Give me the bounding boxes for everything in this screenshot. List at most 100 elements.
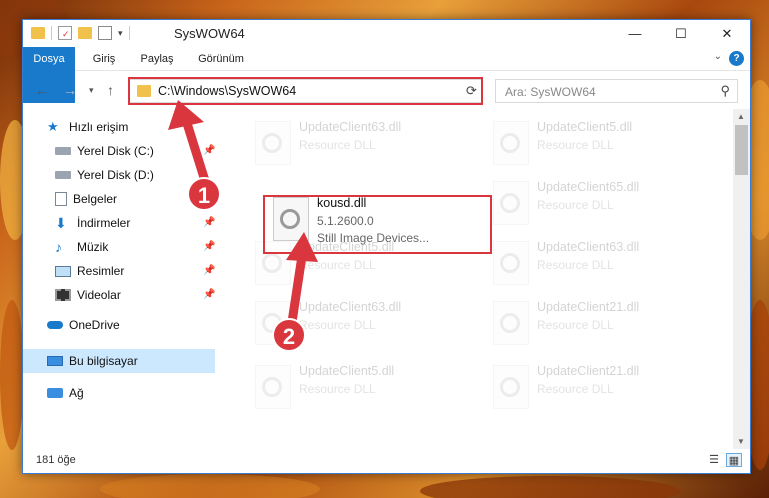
file-name: UpdateClient5.dll (299, 364, 395, 378)
navigation-pane: ★ Hızlı erişim Yerel Disk (C:) 📌 Yerel D… (23, 109, 223, 449)
sidebar-item-label: Müzik (77, 240, 109, 254)
file-name: UpdateClient63.dll (537, 240, 640, 254)
file-description: Resource DLL (299, 258, 376, 272)
file-name: UpdateClient65.dll (537, 180, 640, 194)
ribbon: Dosya Giriş Paylaş Görünüm ⌄ ? (23, 47, 750, 103)
chevron-down-icon[interactable]: ▾ (118, 28, 123, 39)
scroll-up-icon[interactable]: ▲ (737, 112, 745, 121)
help-icon[interactable]: ? (729, 51, 744, 66)
tab-home[interactable]: Giriş (83, 47, 125, 71)
address-highlight-box (128, 77, 483, 105)
gear-icon (500, 193, 520, 213)
scrollbar-thumb[interactable] (735, 125, 748, 175)
picture-icon (55, 265, 71, 277)
file-name: UpdateClient63.dll (299, 300, 402, 314)
new-folder-icon[interactable] (78, 27, 92, 39)
pin-icon[interactable]: 📌 (203, 289, 215, 300)
search-icon[interactable]: ⚲ (720, 83, 730, 99)
window-controls: — ☐ ✕ (612, 20, 750, 47)
expand-ribbon-icon[interactable]: ⌄ (714, 51, 722, 62)
file-description: Resource DLL (299, 318, 376, 332)
file-name: UpdateClient21.dll (537, 364, 640, 378)
search-placeholder: Ara: SysWOW64 (505, 85, 596, 99)
file-list: UpdateClient63.dll Resource DLL UpdateCl… (237, 109, 735, 449)
properties-icon[interactable]: ✓ (58, 26, 72, 40)
file-description: Resource DLL (299, 382, 376, 396)
computer-icon (47, 356, 63, 366)
navigation-bar: ← → ▾ ↑ C:\Windows\SysWOW64 ⌄ ⟳ Ara: Sys… (23, 71, 750, 109)
separator (128, 26, 130, 40)
up-arrow-icon[interactable]: ↑ (107, 82, 114, 98)
gear-icon (262, 133, 282, 153)
sidebar-item-label: Yerel Disk (C:) (77, 144, 154, 158)
sidebar-item-local-disk-d[interactable]: Yerel Disk (D:) (55, 163, 154, 187)
view-options-icon[interactable] (98, 26, 112, 40)
back-arrow-icon[interactable]: ← (35, 82, 49, 98)
sidebar-item-pictures[interactable]: Resimler (55, 259, 124, 283)
callout-1: 1 (187, 177, 221, 211)
sidebar-item-label: İndirmeler (77, 216, 131, 230)
sidebar-item-label: Yerel Disk (D:) (77, 168, 154, 182)
scroll-down-icon[interactable]: ▼ (737, 437, 745, 446)
maximize-button[interactable]: ☐ (658, 20, 704, 47)
file-description: Resource DLL (537, 258, 614, 272)
document-icon (55, 192, 67, 206)
gear-icon (500, 133, 520, 153)
list-item[interactable]: UpdateClient21.dll Resource DLL (483, 295, 703, 351)
tab-view[interactable]: Görünüm (191, 47, 251, 71)
list-item[interactable]: UpdateClient65.dll Resource DLL (483, 175, 703, 231)
sidebar-item-label: Bu bilgisayar (69, 354, 138, 368)
quick-access-toolbar: ✓ ▾ (31, 26, 130, 40)
pin-icon[interactable]: 📌 (203, 145, 215, 156)
recent-locations-icon[interactable]: ▾ (89, 85, 94, 96)
list-item[interactable]: UpdateClient5.dll Resource DLL (483, 115, 703, 171)
sidebar-item-label: OneDrive (69, 318, 120, 332)
sidebar-item-quick-access[interactable]: ★ Hızlı erişim (47, 115, 128, 139)
file-highlight-box (263, 195, 492, 254)
list-item[interactable]: UpdateClient5.dll Resource DLL (245, 359, 465, 415)
pin-icon[interactable]: 📌 (203, 241, 215, 252)
search-input[interactable]: Ara: SysWOW64 ⚲ (495, 79, 738, 103)
forward-arrow-icon[interactable]: → (63, 82, 77, 98)
network-icon (47, 388, 63, 398)
sidebar-item-network[interactable]: Ağ (47, 381, 84, 405)
list-item[interactable]: UpdateClient63.dll Resource DLL (483, 235, 703, 291)
large-icons-view-icon[interactable]: ▦ (726, 453, 742, 467)
separator (51, 26, 52, 40)
file-name: UpdateClient21.dll (537, 300, 640, 314)
title-bar: ✓ ▾ SysWOW64 — ☐ ✕ (23, 20, 750, 47)
sidebar-item-music[interactable]: ♪ Müzik (55, 235, 108, 259)
pin-icon[interactable]: 📌 (203, 265, 215, 276)
list-item[interactable]: UpdateClient21.dll Resource DLL (483, 359, 703, 415)
sidebar-item-documents[interactable]: Belgeler (55, 187, 117, 211)
drive-icon (55, 171, 71, 179)
list-item[interactable]: UpdateClient63.dll Resource DLL (245, 115, 465, 171)
drive-icon (55, 147, 71, 155)
item-count: 181 öğe (36, 454, 76, 466)
close-button[interactable]: ✕ (704, 20, 750, 47)
gear-icon (262, 253, 282, 273)
status-bar: 181 öğe ☰ ▦ (23, 447, 750, 473)
tab-share[interactable]: Paylaş (133, 47, 181, 71)
pin-icon[interactable]: 📌 (203, 217, 215, 228)
file-name: UpdateClient63.dll (299, 120, 402, 134)
star-icon: ★ (47, 119, 59, 134)
file-description: Resource DLL (299, 138, 376, 152)
explorer-window: ✓ ▾ SysWOW64 — ☐ ✕ Dosya Giriş Paylaş Gö… (22, 19, 751, 474)
sidebar-item-onedrive[interactable]: OneDrive (47, 313, 120, 337)
sidebar-item-this-pc[interactable]: Bu bilgisayar (23, 349, 215, 373)
sidebar-item-local-disk-c[interactable]: Yerel Disk (C:) (55, 139, 154, 163)
sidebar-item-videos[interactable]: Videolar (55, 283, 121, 307)
sidebar-item-label: Resimler (77, 264, 125, 278)
sidebar-item-downloads[interactable]: ⬇ İndirmeler (55, 211, 130, 235)
callout-2: 2 (272, 318, 306, 352)
minimize-button[interactable]: — (612, 20, 658, 47)
file-description: Resource DLL (537, 382, 614, 396)
gear-icon (262, 377, 282, 397)
video-icon (55, 289, 71, 301)
download-icon: ⬇ (55, 215, 67, 231)
sidebar-item-label: Belgeler (73, 192, 118, 206)
file-name: UpdateClient5.dll (537, 120, 633, 134)
vertical-scrollbar[interactable]: ▲ ▼ (733, 109, 750, 449)
details-view-icon[interactable]: ☰ (706, 453, 722, 467)
